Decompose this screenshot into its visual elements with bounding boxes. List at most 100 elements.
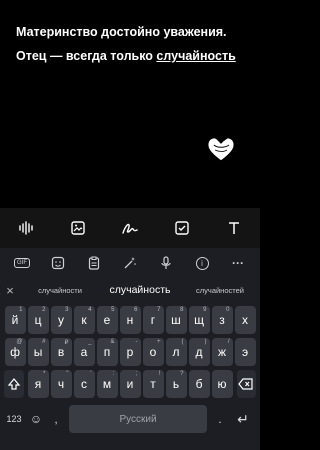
key-hint: : [112, 371, 115, 377]
key-label: п [103, 345, 111, 359]
key-row-2: ф @ ы # в ₽ а _ п & р - о + л(д) ж / э [3, 338, 257, 366]
key-r2-5[interactable]: р- [119, 338, 141, 366]
key-r2-1[interactable]: ы # [27, 338, 49, 366]
mic-icon[interactable] [153, 252, 179, 274]
key-r1-4[interactable]: е5 [96, 306, 118, 334]
key-label: э [241, 345, 249, 359]
key-label: с [81, 377, 87, 391]
key-label: т [150, 377, 156, 391]
key-label: д [195, 345, 203, 359]
keyboard: GIF i ··· × случайности случайность случ… [0, 248, 260, 450]
key-label: й [11, 313, 19, 327]
comma-key[interactable]: , [47, 404, 65, 434]
suggestion-center[interactable]: случайность [100, 284, 180, 296]
key-label: ч [57, 377, 65, 391]
key-r1-3[interactable]: к4 [73, 306, 95, 334]
checkbox-icon[interactable] [167, 213, 197, 243]
key-r3-7[interactable]: б [188, 370, 210, 398]
gif-icon[interactable]: GIF [9, 252, 35, 274]
key-hint: ( [181, 339, 184, 345]
handwriting-icon[interactable] [115, 213, 145, 243]
key-hint: 2 [42, 307, 46, 313]
key-label: м [102, 377, 112, 391]
key-r3-3[interactable]: м: [96, 370, 118, 398]
key-r3-2[interactable]: с ' [73, 370, 95, 398]
info-icon[interactable]: i [189, 252, 215, 274]
heart-sticker[interactable] [205, 132, 237, 164]
close-icon[interactable]: × [0, 283, 20, 298]
key-r1-1[interactable]: ц2 [27, 306, 49, 334]
key-row-3-letters: я * ч " с ' м: и; т! ь? б ю [27, 370, 234, 398]
key-hint: * [43, 371, 46, 377]
audio-wave-icon[interactable] [11, 213, 41, 243]
shift-key[interactable] [4, 370, 24, 398]
key-r3-6[interactable]: ь? [165, 370, 187, 398]
key-r2-8[interactable]: д) [188, 338, 210, 366]
key-label: ц [34, 313, 42, 327]
more-icon[interactable]: ··· [225, 252, 251, 274]
sticker-icon[interactable] [45, 252, 71, 274]
key-hint: 1 [19, 307, 23, 313]
key-r2-3[interactable]: а _ [73, 338, 95, 366]
key-r2-2[interactable]: в ₽ [50, 338, 72, 366]
text-icon[interactable] [219, 213, 249, 243]
emoji-key[interactable]: ☺ [25, 404, 47, 434]
key-label: х [242, 313, 248, 327]
key-r2-0[interactable]: ф @ [4, 338, 26, 366]
key-hint: _ [88, 339, 92, 345]
key-label: н [126, 313, 134, 327]
key-hint: ; [135, 371, 138, 377]
key-r3-4[interactable]: и; [119, 370, 141, 398]
period-key[interactable]: . [211, 404, 229, 434]
key-r3-5[interactable]: т! [142, 370, 164, 398]
space-key[interactable]: Русский [69, 405, 207, 433]
key-label: ю [217, 377, 227, 391]
key-label: г [150, 313, 156, 327]
key-label: в [57, 345, 65, 359]
keyboard-toolbar: GIF i ··· [0, 248, 260, 278]
key-label: з [219, 313, 225, 327]
key-hint: 6 [134, 307, 138, 313]
key-r1-0[interactable]: й1 [4, 306, 26, 334]
key-hint: 5 [111, 307, 115, 313]
image-icon[interactable] [63, 213, 93, 243]
key-r2-10[interactable]: э [234, 338, 256, 366]
key-hint: ! [158, 371, 161, 377]
key-r3-8[interactable]: ю [211, 370, 233, 398]
key-label: ь [172, 377, 180, 391]
backspace-key[interactable] [236, 370, 256, 398]
key-r1-9[interactable]: з0 [211, 306, 233, 334]
key-r1-5[interactable]: н6 [119, 306, 141, 334]
key-r1-6[interactable]: г7 [142, 306, 164, 334]
note-editor[interactable]: Материнство достойно уважения. Отец — вс… [0, 0, 260, 208]
key-r3-0[interactable]: я * [27, 370, 49, 398]
enter-key[interactable]: ↵ [229, 404, 257, 434]
clipboard-icon[interactable] [81, 252, 107, 274]
suggestion-bar: × случайности случайность случайностей [0, 278, 260, 302]
key-r1-10[interactable]: х [234, 306, 256, 334]
key-r2-6[interactable]: о + [142, 338, 164, 366]
key-hint: ) [204, 339, 207, 345]
key-r2-4[interactable]: п & [96, 338, 118, 366]
magic-icon[interactable] [117, 252, 143, 274]
key-r2-7[interactable]: л( [165, 338, 187, 366]
key-label: а [80, 345, 88, 359]
numbers-key[interactable]: 123 [3, 404, 25, 434]
key-hint: 8 [180, 307, 184, 313]
note-line-2: Отец — всегда только случайность [16, 44, 252, 68]
note-text[interactable]: Материнство достойно уважения. Отец — вс… [16, 20, 252, 68]
key-r2-9[interactable]: ж / [211, 338, 233, 366]
key-r1-2[interactable]: у3 [50, 306, 72, 334]
suggestion-left[interactable]: случайности [20, 286, 100, 295]
key-r3-1[interactable]: ч " [50, 370, 72, 398]
note-line-2-prefix: Отец — всегда только [16, 49, 157, 63]
misspelled-word[interactable]: случайность [156, 49, 235, 63]
key-label: б [195, 377, 203, 391]
key-r1-8[interactable]: щ9 [188, 306, 210, 334]
key-hint: 0 [226, 307, 230, 313]
key-hint: - [135, 339, 138, 345]
suggestion-right[interactable]: случайностей [180, 286, 260, 295]
key-r1-7[interactable]: ш8 [165, 306, 187, 334]
key-hint: & [110, 339, 115, 345]
key-label: я [34, 377, 42, 391]
